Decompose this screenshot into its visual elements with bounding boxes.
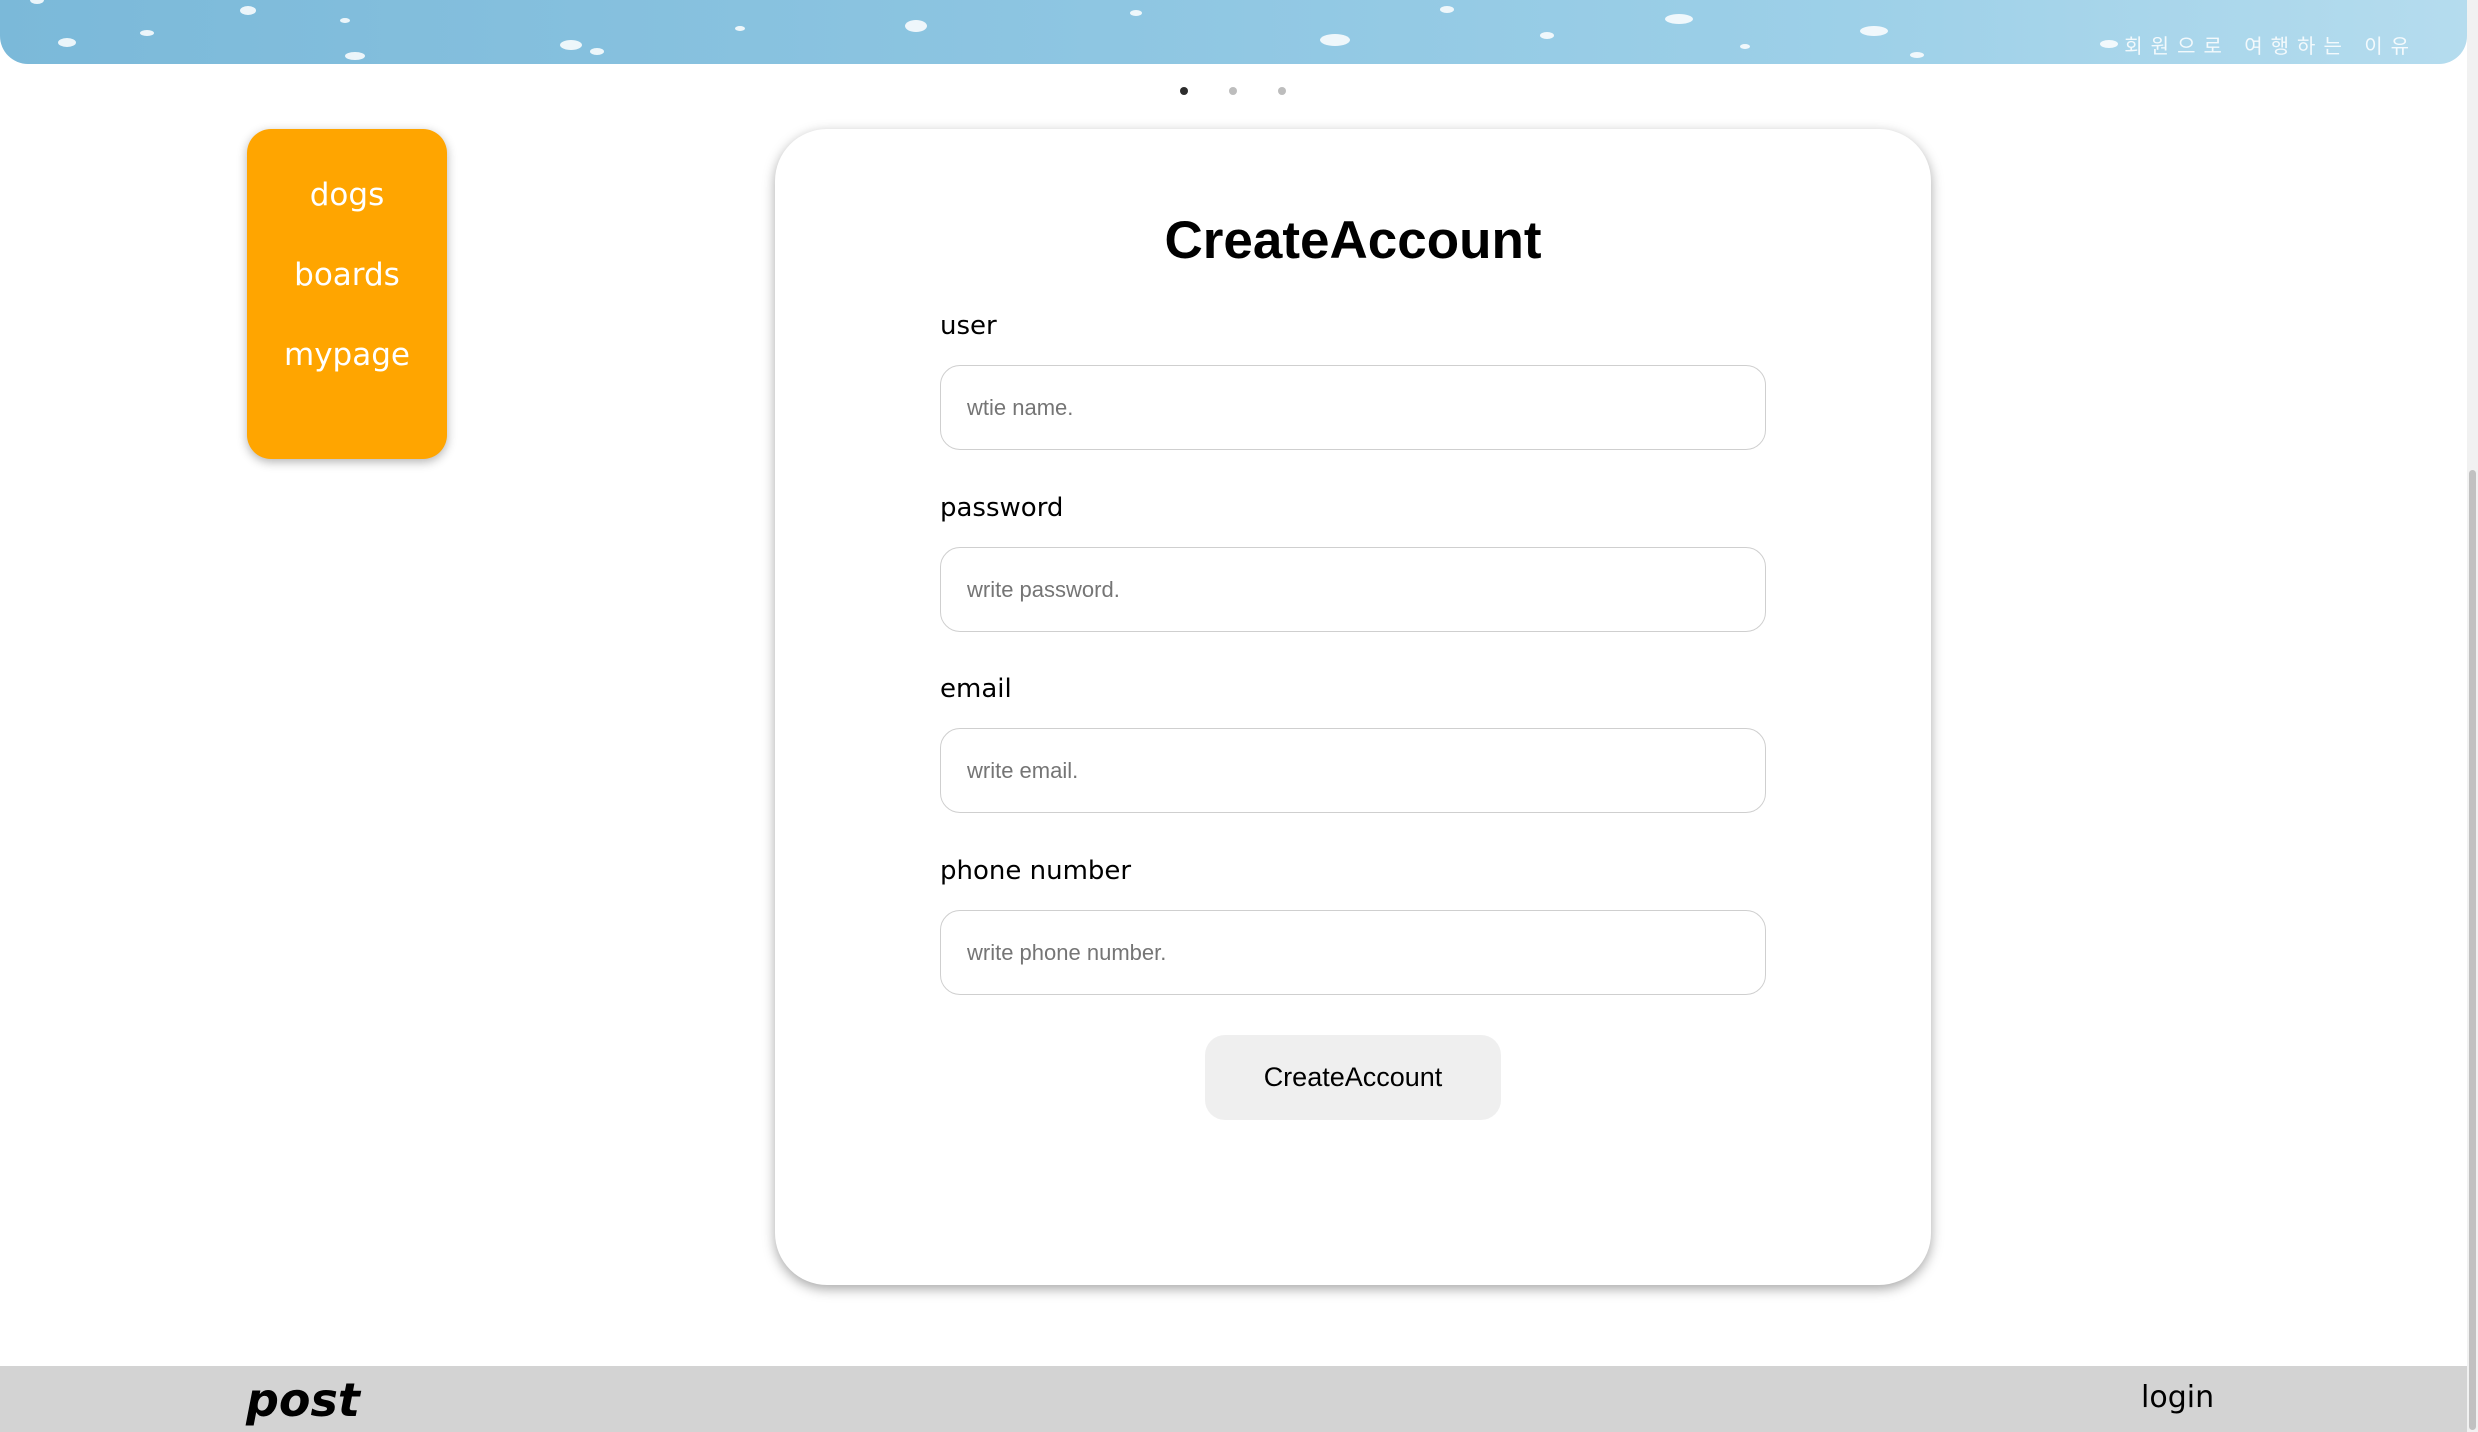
brand-logo[interactable]: post (246, 1372, 360, 1428)
side-menu: dogs boards mypage (247, 129, 447, 459)
create-account-button[interactable]: CreateAccount (1205, 1035, 1501, 1120)
user-input[interactable] (940, 365, 1766, 450)
email-input[interactable] (940, 728, 1766, 813)
email-label: email (940, 674, 1012, 704)
top-banner: 회원으로 여행하는 이유 (0, 0, 2467, 64)
scrollbar-thumb[interactable] (2469, 470, 2476, 1430)
password-input[interactable] (940, 547, 1766, 632)
password-label: password (940, 493, 1064, 523)
phone-number-label: phone number (940, 856, 1132, 886)
user-label: user (940, 311, 997, 341)
login-link[interactable]: login (2141, 1380, 2214, 1416)
create-account-card: CreateAccount user password email phone … (775, 129, 1931, 1285)
carousel-dot-2[interactable] (1229, 87, 1237, 95)
menu-item-boards[interactable]: boards (294, 256, 400, 294)
banner-caption: 회원으로 여행하는 이유 (2124, 34, 2417, 58)
menu-item-mypage[interactable]: mypage (284, 336, 410, 374)
carousel-dot-1[interactable] (1180, 87, 1188, 95)
carousel-dot-3[interactable] (1278, 87, 1286, 95)
bottom-bar: post login (0, 1366, 2467, 1432)
menu-item-dogs[interactable]: dogs (310, 176, 384, 214)
carousel-dots (1180, 87, 1286, 95)
phone-number-input[interactable] (940, 910, 1766, 995)
page-title: CreateAccount (1164, 211, 1542, 270)
